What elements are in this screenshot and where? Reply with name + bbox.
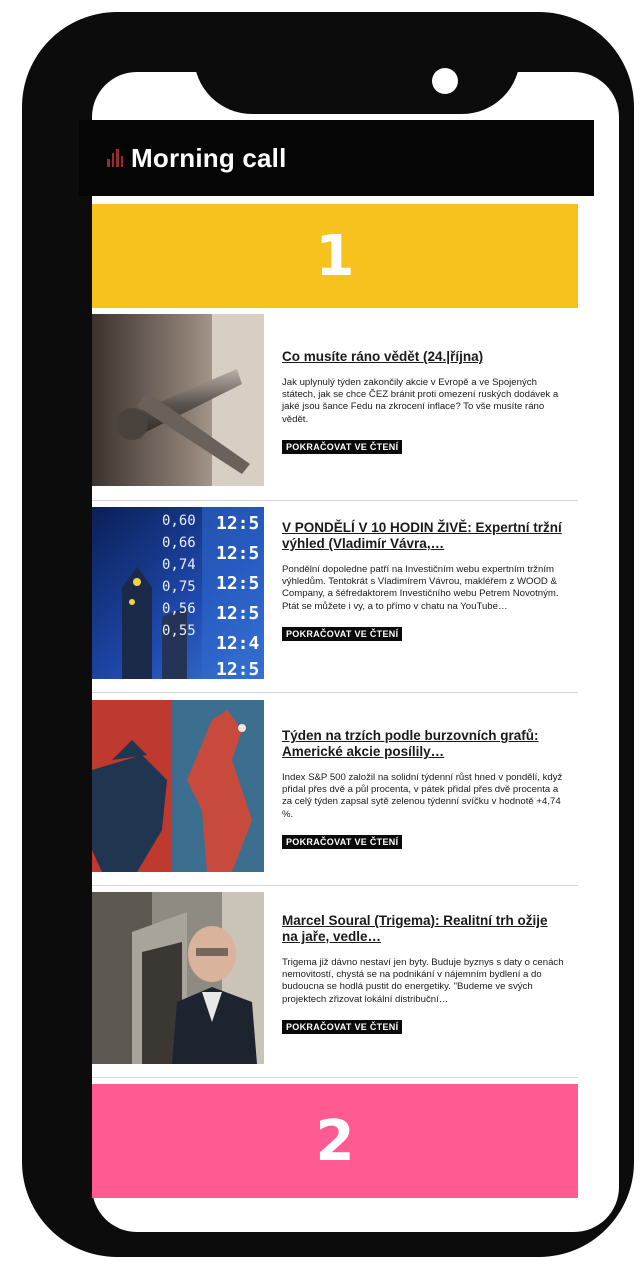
article-content: Marcel Soural (Trigema): Realitní trh ož… — [282, 892, 565, 1035]
bars-logo-icon — [107, 149, 123, 167]
article-content: Týden na trzích podle burzovních grafů: … — [282, 700, 565, 850]
read-more-button[interactable]: POKRAČOVAT VE ČTENÍ — [282, 1019, 403, 1034]
article-content: V PONDĚLÍ V 10 HODIN ŽIVĚ: Expertní tržn… — [282, 507, 565, 642]
header-title: Morning call — [131, 142, 287, 173]
ticker-value: 0,74 — [162, 557, 196, 573]
ticker-time: 12:5 — [216, 573, 259, 594]
article-headline[interactable]: V PONDĚLÍ V 10 HODIN ŽIVĚ: Expertní tržn… — [282, 520, 565, 552]
banner-number: 1 — [315, 223, 355, 289]
article-excerpt: Jak uplynulý týden zakončily akcie v Evr… — [282, 377, 559, 425]
ticker-time: 12:5 — [216, 513, 259, 534]
ad-banner-1[interactable]: 1 — [92, 204, 578, 308]
article-headline[interactable]: Marcel Soural (Trigema): Realitní trh ož… — [282, 913, 565, 945]
ticker-value: 0,55 — [162, 623, 196, 639]
phone-notch — [194, 24, 520, 114]
read-more-button[interactable]: POKRAČOVAT VE ČTENÍ — [282, 626, 403, 641]
stock-ticker-image: 0,60 0,66 0,74 0,75 0,56 0,55 12:5 12:5 … — [92, 507, 264, 679]
banner-number: 2 — [315, 1108, 355, 1174]
article-divider — [92, 1077, 578, 1078]
newsletter-header: Morning call — [79, 120, 594, 196]
ticker-value: 0,75 — [162, 579, 196, 595]
ticker-time: 12:5 — [216, 543, 259, 564]
article-excerpt: Trigema již dávno nestaví jen byty. Budu… — [282, 957, 564, 1005]
ticker-time: 12:4 — [216, 633, 260, 654]
article-thumbnail[interactable]: 0,60 0,66 0,74 0,75 0,56 0,55 12:5 12:5 … — [92, 507, 264, 679]
ticker-time: 12:5 — [216, 659, 259, 679]
article-thumbnail[interactable] — [92, 700, 264, 872]
bull-bear-image — [92, 700, 264, 872]
front-camera-icon — [432, 68, 458, 94]
article-excerpt: Pondělní dopoledne patří na Investičním … — [282, 564, 559, 612]
read-more-button[interactable]: POKRAČOVAT VE ČTENÍ — [282, 439, 403, 454]
article-headline[interactable]: Týden na trzích podle burzovních grafů: … — [282, 728, 565, 760]
ticker-time: 12:5 — [216, 603, 259, 624]
screwdriver-image — [92, 314, 264, 486]
article-divider — [92, 500, 578, 501]
ad-banner-2[interactable]: 2 — [92, 1084, 578, 1198]
ticker-value: 0,60 — [162, 513, 196, 529]
read-more-button[interactable]: POKRAČOVAT VE ČTENÍ — [282, 834, 403, 849]
portrait-image — [92, 892, 264, 1064]
article-content: Co musíte ráno vědět (24.|října) Jak upl… — [282, 314, 565, 455]
article-headline[interactable]: Co musíte ráno vědět (24.|října) — [282, 349, 565, 365]
article-divider — [92, 692, 578, 693]
article-divider — [92, 885, 578, 886]
article-excerpt: Index S&P 500 založil na solidní týdenní… — [282, 772, 563, 820]
article-thumbnail[interactable] — [92, 314, 264, 486]
ticker-value: 0,66 — [162, 535, 196, 551]
ticker-value: 0,56 — [162, 601, 196, 617]
article-thumbnail[interactable] — [92, 892, 264, 1064]
